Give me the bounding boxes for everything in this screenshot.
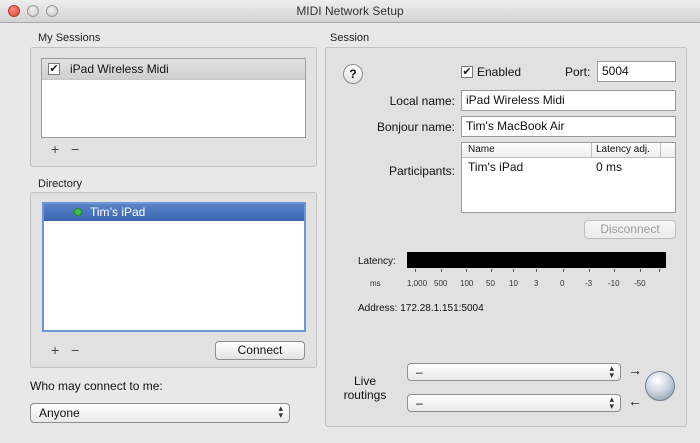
enabled-label: Enabled: [477, 65, 522, 79]
address-text: Address: 172.28.1.151:5004: [358, 303, 484, 314]
participants-header: Name Latency adj.: [462, 143, 675, 158]
participants-table[interactable]: Name Latency adj. Tim's iPad 0 ms: [461, 142, 676, 213]
latency-scale-label: 0: [560, 279, 565, 288]
latency-scale-tick: [659, 269, 660, 272]
network-globe-icon: [645, 371, 675, 401]
participant-name: Tim's iPad: [468, 160, 524, 174]
latency-meter: [407, 252, 666, 268]
participant-row[interactable]: Tim's iPad 0 ms: [462, 160, 675, 177]
latency-scale-label: -50: [634, 279, 646, 288]
online-status-icon: [74, 208, 82, 216]
remove-session-button[interactable]: −: [71, 141, 79, 157]
arrow-left-icon: ←: [628, 393, 642, 409]
column-divider: [591, 143, 592, 157]
latency-scale: 1,000 500 100 50 10 3 0 -3 -10 -50: [407, 279, 677, 291]
popup-arrows-icon: ▴ ▾: [278, 403, 283, 420]
add-session-button[interactable]: +: [51, 141, 59, 157]
column-divider: [660, 143, 661, 157]
bonjour-name-label: Bonjour name:: [376, 120, 455, 134]
routing-input-popup[interactable]: – ▴ ▾: [407, 363, 621, 381]
latency-scale-label: 50: [486, 279, 495, 288]
latency-scale-tick: [441, 269, 442, 272]
latency-scale-tick: [536, 269, 537, 272]
live-routings-label-line1: Live: [353, 374, 376, 388]
who-may-connect-popup[interactable]: Anyone ▴ ▾: [30, 403, 290, 423]
my-sessions-label: My Sessions: [38, 32, 101, 44]
latency-scale-label: 1,000: [407, 279, 428, 288]
who-may-connect-label: Who may connect to me:: [30, 379, 163, 393]
session-group: ? ✔ Enabled Port: 5004 Local name: iPad …: [325, 47, 687, 427]
local-name-field[interactable]: iPad Wireless Midi: [461, 90, 676, 111]
connect-button[interactable]: Connect: [215, 341, 305, 360]
latency-scale-unit: ms: [370, 279, 381, 288]
disconnect-button[interactable]: Disconnect: [584, 220, 676, 239]
latency-scale-tick: [415, 269, 416, 272]
latency-scale-tick: [589, 269, 590, 272]
my-sessions-group: ✔ iPad Wireless Midi + −: [30, 47, 317, 167]
remove-directory-button[interactable]: −: [71, 342, 79, 358]
port-field[interactable]: 5004: [597, 61, 676, 82]
live-routings-label-line2: routings: [343, 388, 387, 402]
directory-list[interactable]: Tim’s iPad: [42, 202, 306, 332]
latency-scale-tick: [563, 269, 564, 272]
window-title: MIDI Network Setup: [296, 4, 404, 18]
port-label: Port:: [565, 65, 591, 79]
arrow-right-icon: →: [628, 362, 642, 378]
session-row[interactable]: ✔ iPad Wireless Midi: [42, 59, 305, 80]
bonjour-name-field[interactable]: Tim's MacBook Air: [461, 116, 676, 137]
popup-arrows-icon: ▴ ▾: [609, 394, 614, 411]
popup-arrows-icon: ▴ ▾: [609, 363, 614, 380]
latency-label: Latency:: [358, 256, 396, 267]
latency-scale-label: 3: [534, 279, 539, 288]
routing-output-popup[interactable]: – ▴ ▾: [407, 394, 621, 412]
latency-scale-tick: [640, 269, 641, 272]
latency-column-header[interactable]: Latency adj.: [596, 144, 650, 155]
enabled-checkbox[interactable]: ✔: [461, 66, 473, 78]
latency-scale-tick: [614, 269, 615, 272]
latency-scale-ticks: [407, 269, 666, 275]
name-column-header[interactable]: Name: [468, 144, 495, 155]
latency-scale-tick: [491, 269, 492, 272]
routing-input-value: –: [416, 365, 423, 379]
live-routings-label: Live routings: [343, 374, 387, 402]
latency-scale-label: 500: [434, 279, 448, 288]
session-name: iPad Wireless Midi: [70, 62, 169, 76]
directory-label: Directory: [38, 178, 83, 190]
latency-scale-label: -10: [608, 279, 620, 288]
who-may-connect-value: Anyone: [39, 406, 80, 420]
directory-group: Tim’s iPad + − Connect: [30, 192, 317, 368]
latency-scale-label: 10: [509, 279, 518, 288]
participants-label: Participants:: [388, 164, 455, 178]
participant-latency: 0 ms: [596, 160, 623, 174]
routing-output-value: –: [416, 396, 423, 410]
help-button[interactable]: ?: [343, 64, 363, 84]
title-bar[interactable]: MIDI Network Setup: [0, 0, 700, 23]
add-directory-button[interactable]: +: [51, 342, 59, 358]
latency-scale-tick: [513, 269, 514, 272]
latency-scale-label: 100: [460, 279, 474, 288]
latency-scale-label: -3: [585, 279, 593, 288]
latency-scale-tick: [466, 269, 467, 272]
my-sessions-list[interactable]: ✔ iPad Wireless Midi: [41, 58, 306, 138]
local-name-label: Local name:: [389, 94, 455, 108]
directory-item-name: Tim’s iPad: [90, 205, 146, 219]
session-enabled-checkbox[interactable]: ✔: [48, 63, 60, 75]
session-label: Session: [330, 32, 370, 44]
directory-row[interactable]: Tim’s iPad: [44, 204, 304, 221]
